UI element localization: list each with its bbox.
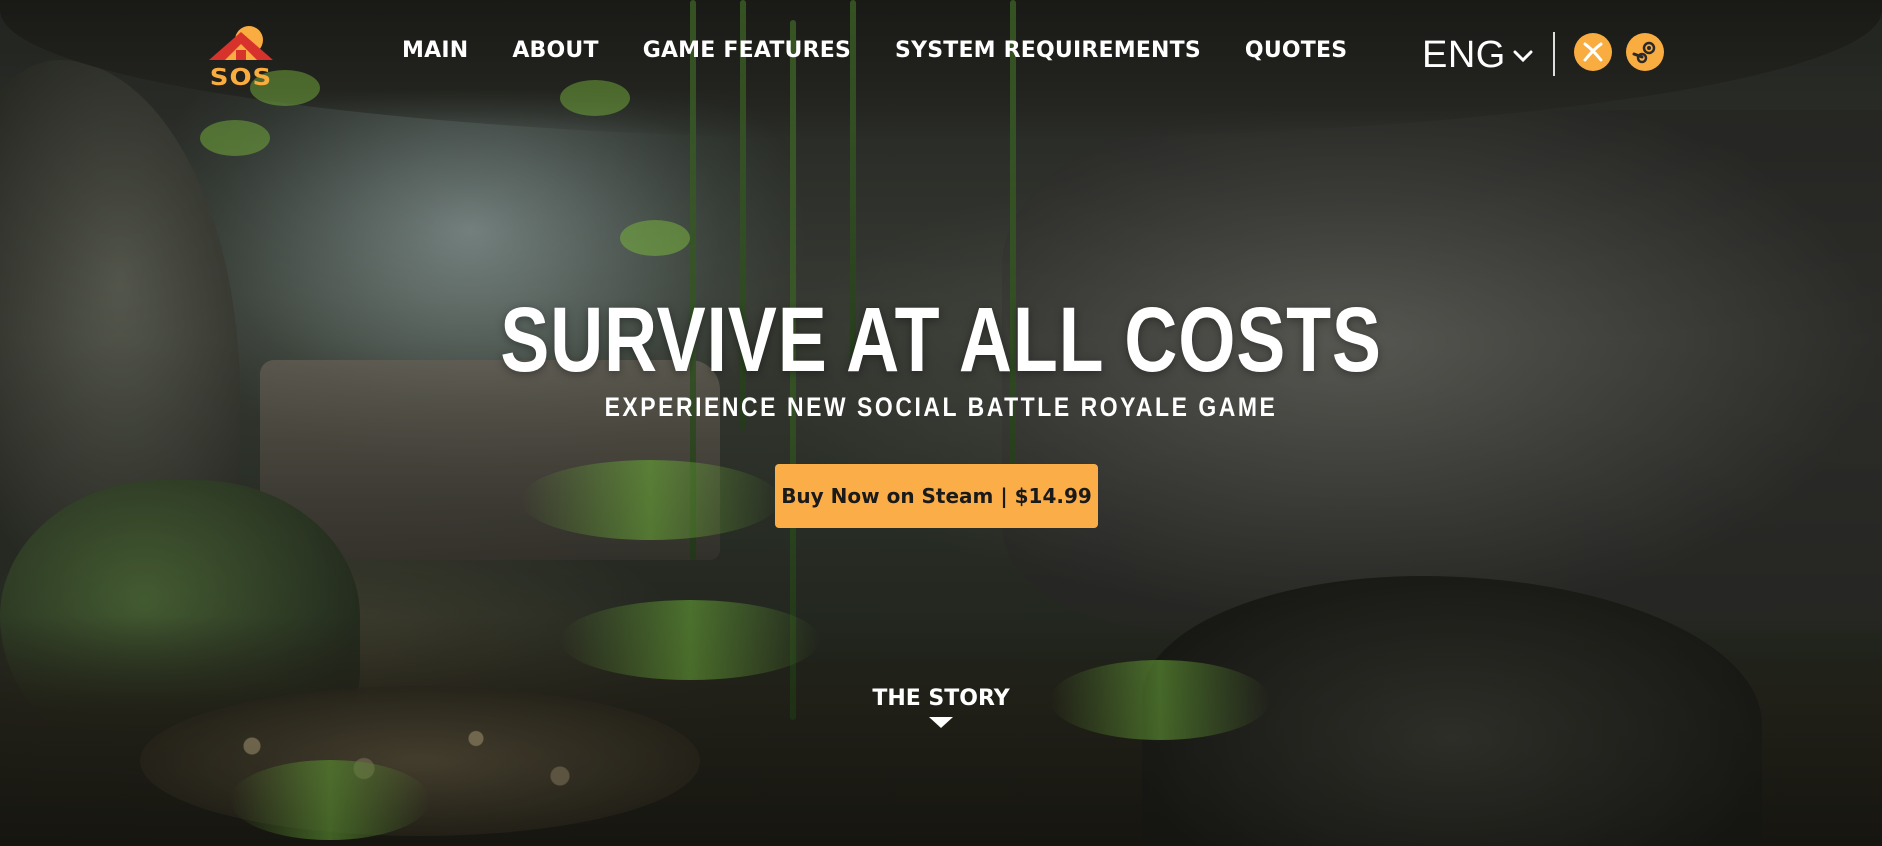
story-scroll-link[interactable]: THE STORY	[0, 686, 1882, 728]
hero-title: SURVIVE AT ALL COSTS	[500, 289, 1382, 391]
buy-now-steam-button[interactable]: Buy Now on Steam | $14.99	[775, 464, 1098, 528]
site-header: SOS MAIN ABOUT GAME FEATURES SYSTEM REQU…	[0, 0, 1882, 110]
triangle-down-icon	[929, 717, 953, 728]
nav-item-about[interactable]: ABOUT	[512, 38, 598, 63]
nav-item-main[interactable]: MAIN	[402, 38, 468, 63]
nav-item-quotes[interactable]: QUOTES	[1245, 38, 1347, 63]
language-selector[interactable]: ENG	[1422, 34, 1534, 77]
nav-item-game-features[interactable]: GAME FEATURES	[643, 38, 851, 63]
sos-mountain-logo-icon	[209, 19, 273, 60]
logo-text: SOS	[209, 64, 273, 92]
xbox-icon	[1583, 42, 1603, 62]
main-nav: MAIN ABOUT GAME FEATURES SYSTEM REQUIREM…	[402, 38, 1347, 63]
sos-logo[interactable]: SOS	[205, 16, 277, 90]
language-label: ENG	[1422, 34, 1506, 76]
nav-item-system-requirements[interactable]: SYSTEM REQUIREMENTS	[895, 38, 1201, 63]
story-label: THE STORY	[872, 686, 1010, 711]
steam-icon	[1632, 41, 1656, 64]
steam-link[interactable]	[1626, 33, 1664, 71]
chevron-down-icon	[1513, 50, 1533, 62]
xbox-link[interactable]	[1574, 33, 1612, 71]
header-divider	[1553, 32, 1555, 76]
hero-subtitle: EXPERIENCE NEW SOCIAL BATTLE ROYALE GAME	[604, 392, 1278, 422]
